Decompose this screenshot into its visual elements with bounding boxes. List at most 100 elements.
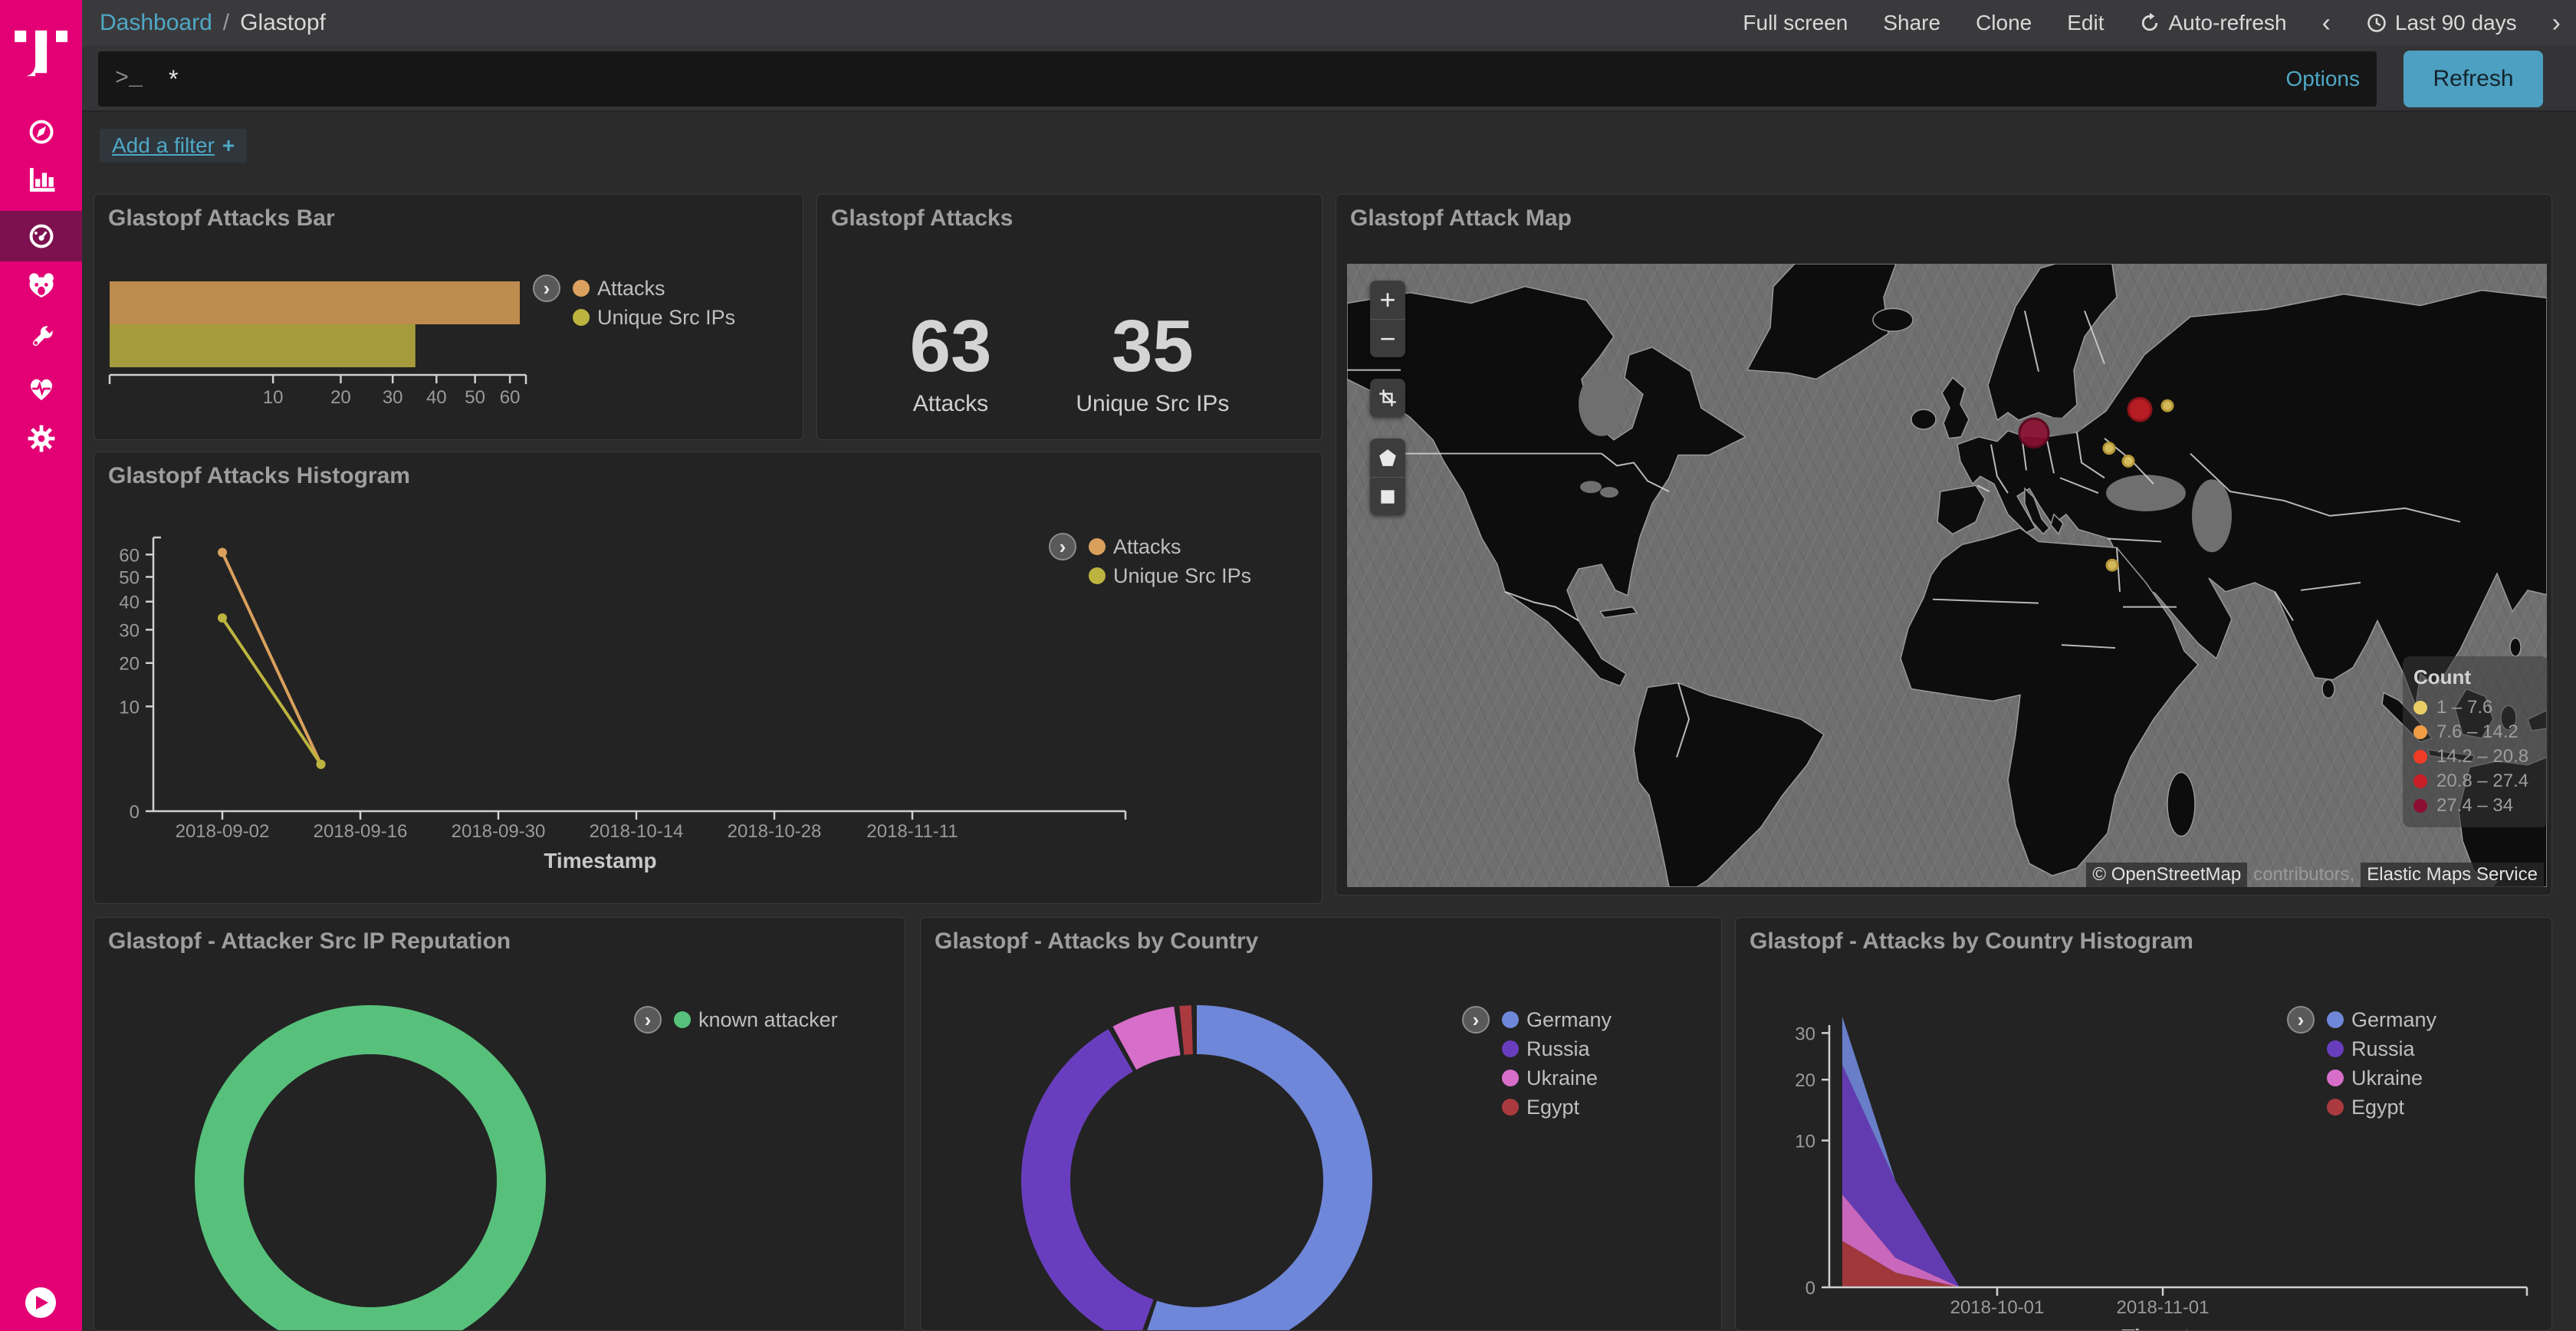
svg-text:20: 20 <box>119 654 140 675</box>
svg-text:2018-09-16: 2018-09-16 <box>314 821 408 842</box>
line-Unique Src IPs[interactable] <box>222 618 321 764</box>
legend-toggle-icon[interactable]: › <box>2287 1006 2315 1034</box>
sidebar-item-dashboard[interactable] <box>0 211 82 261</box>
bear-icon <box>26 271 57 301</box>
ems-attribution-link[interactable]: Elastic Maps Service <box>2361 863 2544 887</box>
legend-tier-1: 1 – 7.6 <box>2413 695 2538 720</box>
sidebar-expand-button[interactable] <box>25 1287 56 1318</box>
sidebar-item-devtools[interactable] <box>0 312 82 363</box>
legend-item-germany[interactable]: Germany <box>2327 1006 2436 1034</box>
legend-item-germany[interactable]: Germany <box>1502 1006 1612 1034</box>
search-row: >_ Options Refresh <box>82 46 2576 112</box>
osm-attribution-link[interactable]: © OpenStreetMap <box>2086 863 2247 887</box>
legend-item-attacks[interactable]: Attacks <box>1089 533 1251 560</box>
svg-text:20: 20 <box>1795 1070 1815 1091</box>
bar-Attacks[interactable] <box>110 281 520 324</box>
svg-text:2018-10-01: 2018-10-01 <box>1950 1297 2045 1318</box>
sidebar-item-discover[interactable] <box>0 107 82 157</box>
bar-Unique Src IPs[interactable] <box>110 324 416 367</box>
panel-title: Glastopf Attacks Bar <box>108 205 335 232</box>
legend-tier-4: 20.8 – 27.4 <box>2413 769 2538 794</box>
data-point[interactable] <box>317 760 326 769</box>
sidebar-item-visualize[interactable] <box>0 155 82 205</box>
world-map[interactable] <box>1347 264 2547 887</box>
svg-text:30: 30 <box>119 620 140 641</box>
data-point[interactable] <box>218 613 227 623</box>
legend-toggle-icon[interactable]: › <box>634 1006 662 1034</box>
map-count-legend: Count 1 – 7.6 7.6 – 14.2 14.2 – 20.8 20.… <box>2403 656 2548 827</box>
map-fit-bounds-button[interactable] <box>1370 379 1405 417</box>
search-box[interactable]: >_ Options <box>98 51 2377 107</box>
share-button[interactable]: Share <box>1883 11 1940 35</box>
legend-item-egypt[interactable]: Egypt <box>2327 1093 2436 1121</box>
panel-title: Glastopf - Attacks by Country <box>935 928 1258 955</box>
map-attack-point[interactable] <box>2128 398 2151 421</box>
sidebar-item-management[interactable] <box>0 413 82 464</box>
plus-icon: + <box>222 133 235 157</box>
map-draw-rectangle-button[interactable] <box>1370 477 1405 515</box>
sidebar-item-monitoring[interactable] <box>0 363 82 414</box>
sidebar-item-honeypot[interactable] <box>0 261 82 311</box>
pie-slice-known attacker[interactable] <box>219 1030 521 1331</box>
legend-item-russia[interactable]: Russia <box>1502 1035 1612 1063</box>
map-attack-point[interactable] <box>2019 419 2049 448</box>
panel-attacks-histogram: Glastopf Attacks Histogram 0102030405060… <box>94 452 1322 904</box>
legend-item-ukraine[interactable]: Ukraine <box>2327 1064 2436 1092</box>
topbar-actions: Full screen Share Clone Edit Auto-refres… <box>1743 8 2576 38</box>
legend-item-attacks[interactable]: Attacks <box>573 274 735 302</box>
svg-text:10: 10 <box>119 697 140 718</box>
data-point[interactable] <box>218 547 227 557</box>
line-chart[interactable]: 01020304050602018-09-022018-09-162018-09… <box>94 452 1322 904</box>
map-attack-point[interactable] <box>2107 560 2118 570</box>
legend-toggle-icon[interactable]: › <box>1462 1006 1490 1034</box>
telekom-logo[interactable] <box>12 12 71 87</box>
sidebar <box>0 0 82 1331</box>
time-next-button[interactable]: › <box>2552 8 2561 38</box>
legend-item-unique-src-ips[interactable]: Unique Src IPs <box>573 304 735 331</box>
legend-item-russia[interactable]: Russia <box>2327 1035 2436 1063</box>
svg-text:20: 20 <box>330 387 351 408</box>
edit-button[interactable]: Edit <box>2067 11 2104 35</box>
legend-tier-5: 27.4 – 34 <box>2413 794 2538 818</box>
svg-text:40: 40 <box>426 387 447 408</box>
country-area-chart[interactable]: 01020302018-10-012018-11-01Timestamp <box>1736 918 2552 1331</box>
reputation-donut-chart[interactable] <box>94 918 905 1331</box>
svg-text:2018-09-02: 2018-09-02 <box>176 821 270 842</box>
search-input[interactable] <box>169 65 2285 94</box>
legend-item-ukraine[interactable]: Ukraine <box>1502 1064 1612 1092</box>
play-icon <box>35 1295 49 1310</box>
time-range-button[interactable]: Last 90 days <box>2366 11 2517 35</box>
legend-item-egypt[interactable]: Egypt <box>1502 1093 1612 1121</box>
panel-attacks-bar: Glastopf Attacks Bar 102030405060 › Atta… <box>94 194 803 440</box>
map-draw-polygon-button[interactable] <box>1370 439 1405 477</box>
line-Attacks[interactable] <box>222 552 321 764</box>
legend-tier-3: 14.2 – 20.8 <box>2413 744 2538 769</box>
fullscreen-button[interactable]: Full screen <box>1743 11 1848 35</box>
wrench-icon <box>27 323 56 352</box>
svg-text:40: 40 <box>119 593 140 613</box>
reputation-legend: › known attacker <box>634 1006 838 1034</box>
options-link[interactable]: Options <box>2286 67 2361 91</box>
time-prev-button[interactable]: ‹ <box>2322 8 2331 38</box>
legend-item-known-attacker[interactable]: known attacker <box>674 1006 838 1034</box>
world-map-canvas[interactable] <box>1347 264 2547 887</box>
telekom-t-icon <box>12 12 71 83</box>
country-donut-chart[interactable] <box>921 918 1722 1331</box>
auto-refresh-button[interactable]: Auto-refresh <box>2139 11 2286 35</box>
map-attack-point[interactable] <box>2162 400 2173 411</box>
map-attack-point[interactable] <box>2123 456 2134 467</box>
map-zoom-in-button[interactable]: + <box>1370 281 1405 319</box>
svg-text:30: 30 <box>383 387 403 408</box>
add-filter-button[interactable]: Add a filter+ <box>100 129 247 163</box>
refresh-button[interactable]: Refresh <box>2404 51 2543 107</box>
map-attack-point[interactable] <box>2104 443 2114 454</box>
legend-toggle-icon[interactable]: › <box>533 274 560 302</box>
breadcrumb-dashboard-link[interactable]: Dashboard <box>100 10 212 36</box>
legend-toggle-icon[interactable]: › <box>1049 533 1076 560</box>
map-zoom-out-button[interactable]: − <box>1370 319 1405 357</box>
map-attribution: © OpenStreetMap contributors, Elastic Ma… <box>2086 863 2544 887</box>
clone-button[interactable]: Clone <box>1976 11 2032 35</box>
legend-item-unique-src-ips[interactable]: Unique Src IPs <box>1089 562 1251 590</box>
panel-attack-map: Glastopf Attack Map <box>1336 194 2552 896</box>
svg-text:Timestamp: Timestamp <box>2121 1325 2234 1331</box>
